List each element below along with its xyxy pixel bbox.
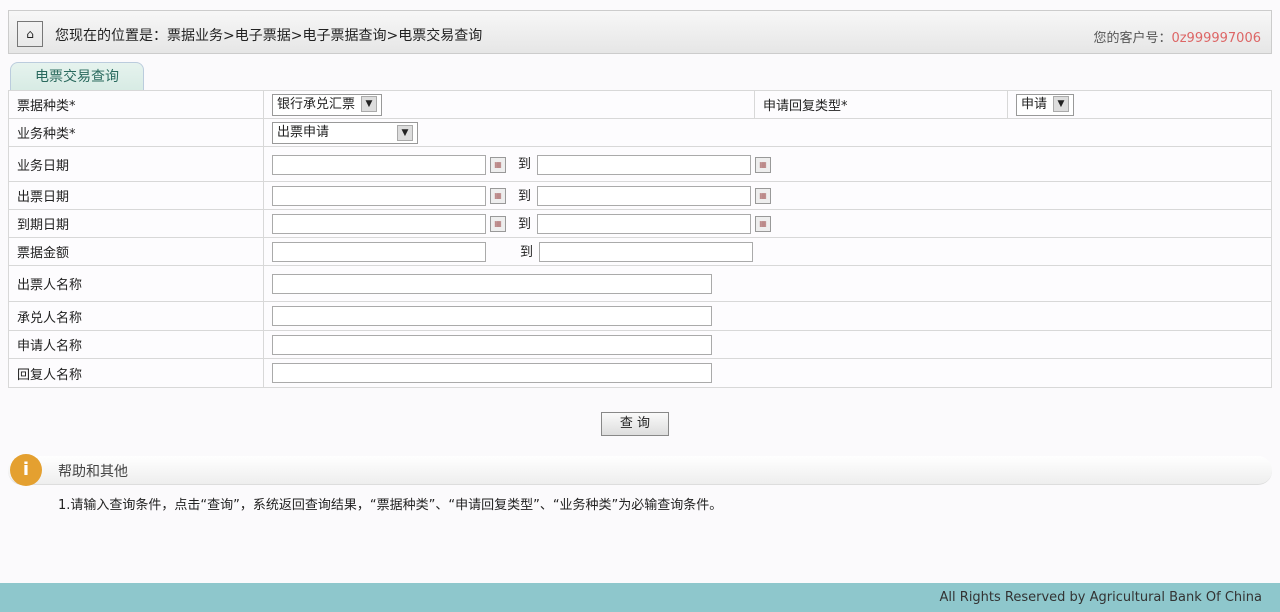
help-bar: i 帮助和其他 xyxy=(8,456,1272,485)
biz-date-from-input[interactable] xyxy=(272,155,486,175)
calendar-icon[interactable]: ▦ xyxy=(755,157,771,173)
tab-bill-transaction-query[interactable]: 电票交易查询 xyxy=(10,62,144,91)
reply-type-label: 申请回复类型* xyxy=(755,91,1008,119)
bill-type-select[interactable]: 银行承兑汇票▼ xyxy=(272,94,382,116)
biz-date-label: 业务日期 xyxy=(9,147,264,182)
biz-date-to-input[interactable] xyxy=(537,155,751,175)
to-label: 到 xyxy=(520,245,533,260)
reply-type-select[interactable]: 申请▼ xyxy=(1016,94,1074,116)
applicant-input[interactable] xyxy=(272,335,712,355)
chevron-down-icon: ▼ xyxy=(397,125,413,141)
applicant-label: 申请人名称 xyxy=(9,331,264,359)
issue-date-from-input[interactable] xyxy=(272,186,486,206)
due-date-from-input[interactable] xyxy=(272,214,486,234)
footer: All Rights Reserved by Agricultural Bank… xyxy=(0,583,1280,612)
help-title: 帮助和其他 xyxy=(58,461,128,481)
breadcrumb: 您现在的位置是：票据业务>电子票据>电子票据查询>电票交易查询 xyxy=(55,25,482,45)
query-button[interactable]: 查 询 xyxy=(601,412,669,436)
query-form: 票据种类* 银行承兑汇票▼ 申请回复类型* 申请▼ 业务种类* 出票申请▼ 业务… xyxy=(8,90,1272,388)
calendar-icon[interactable]: ▦ xyxy=(490,216,506,232)
header-bar: ⌂ 您现在的位置是：票据业务>电子票据>电子票据查询>电票交易查询 您的客户号：… xyxy=(8,10,1272,54)
help-text: 1.请输入查询条件，点击“查询”，系统返回查询结果，“票据种类”、“申请回复类型… xyxy=(58,494,722,513)
drawer-input[interactable] xyxy=(272,274,712,294)
biz-type-select[interactable]: 出票申请▼ xyxy=(272,122,418,144)
chevron-down-icon: ▼ xyxy=(361,96,377,112)
customer-number: 您的客户号：0z999997006 xyxy=(1093,27,1261,46)
acceptor-label: 承兑人名称 xyxy=(9,302,264,331)
due-date-label: 到期日期 xyxy=(9,210,264,238)
location-icon: ⌂ xyxy=(17,21,43,47)
replier-input[interactable] xyxy=(272,363,712,383)
calendar-icon[interactable]: ▦ xyxy=(755,216,771,232)
to-label: 到 xyxy=(518,189,531,204)
amount-from-input[interactable] xyxy=(272,242,486,262)
due-date-to-input[interactable] xyxy=(537,214,751,234)
to-label: 到 xyxy=(518,217,531,232)
biz-type-label: 业务种类* xyxy=(9,119,264,147)
calendar-icon[interactable]: ▦ xyxy=(490,188,506,204)
issue-date-label: 出票日期 xyxy=(9,182,264,210)
info-icon: i xyxy=(10,454,42,486)
calendar-icon[interactable]: ▦ xyxy=(755,188,771,204)
drawer-label: 出票人名称 xyxy=(9,266,264,302)
bill-type-label: 票据种类* xyxy=(9,91,264,119)
calendar-icon[interactable]: ▦ xyxy=(490,157,506,173)
acceptor-input[interactable] xyxy=(272,306,712,326)
issue-date-to-input[interactable] xyxy=(537,186,751,206)
amount-label: 票据金额 xyxy=(9,238,264,266)
to-label: 到 xyxy=(518,157,531,172)
replier-label: 回复人名称 xyxy=(9,359,264,388)
amount-to-input[interactable] xyxy=(539,242,753,262)
copyright: All Rights Reserved by Agricultural Bank… xyxy=(940,590,1262,605)
chevron-down-icon: ▼ xyxy=(1053,96,1069,112)
